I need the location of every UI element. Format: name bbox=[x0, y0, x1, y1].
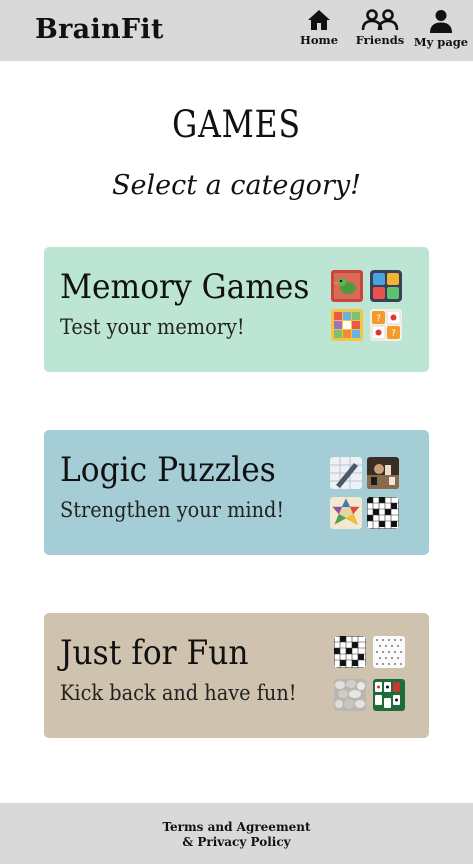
nav-mypage-label: My page bbox=[413, 35, 469, 49]
category-card-memory-games[interactable]: Memory Games Test your memory! ?? bbox=[44, 247, 429, 372]
category-title: Memory Games bbox=[60, 267, 310, 307]
category-title: Logic Puzzles bbox=[60, 450, 276, 490]
top-header: BrainFit Home Friends My page bbox=[0, 0, 473, 61]
nav-friends-button[interactable]: Friends bbox=[352, 9, 408, 47]
svg-text:?: ? bbox=[391, 329, 396, 339]
category-subtitle: Strengthen your mind! bbox=[60, 498, 285, 522]
friends-icon bbox=[361, 9, 399, 31]
chess-photo-icon bbox=[367, 457, 399, 489]
home-icon bbox=[308, 10, 330, 30]
crossword-icon bbox=[367, 497, 399, 529]
category-card-just-for-fun[interactable]: Just for Fun Kick back and have fun! bbox=[44, 613, 429, 738]
category-card-logic-puzzles[interactable]: Logic Puzzles Strengthen your mind! bbox=[44, 430, 429, 555]
footer: Terms and Agreement & Privacy Policy bbox=[0, 803, 473, 864]
page-title: GAMES bbox=[172, 103, 301, 146]
chinese-checkers-icon bbox=[330, 497, 362, 529]
svg-text:?: ? bbox=[376, 314, 381, 324]
bird-card-icon bbox=[331, 270, 363, 302]
nav-home-label: Home bbox=[299, 33, 339, 47]
question-cards-icon: ?? bbox=[370, 309, 402, 341]
privacy-link[interactable]: & Privacy Policy bbox=[0, 835, 473, 850]
crossword-icon bbox=[334, 636, 366, 668]
category-subtitle: Test your memory! bbox=[60, 315, 245, 339]
user-icon bbox=[430, 10, 452, 33]
nav-mypage-button[interactable]: My page bbox=[413, 9, 469, 49]
category-title: Just for Fun bbox=[60, 633, 249, 673]
memory-board-icon bbox=[331, 309, 363, 341]
solitaire-icon bbox=[373, 679, 405, 711]
terms-link[interactable]: Terms and Agreement bbox=[0, 820, 473, 835]
tile-grid-icon bbox=[370, 270, 402, 302]
page-subtitle: Select a category! bbox=[112, 170, 361, 201]
nav-home-button[interactable]: Home bbox=[291, 9, 347, 47]
word-search-icon bbox=[373, 636, 405, 668]
pencil-paper-icon bbox=[330, 457, 362, 489]
brand-logo[interactable]: BrainFit bbox=[35, 14, 164, 45]
category-subtitle: Kick back and have fun! bbox=[60, 681, 297, 705]
nav-friends-label: Friends bbox=[355, 33, 405, 47]
pebbles-icon bbox=[334, 679, 366, 711]
